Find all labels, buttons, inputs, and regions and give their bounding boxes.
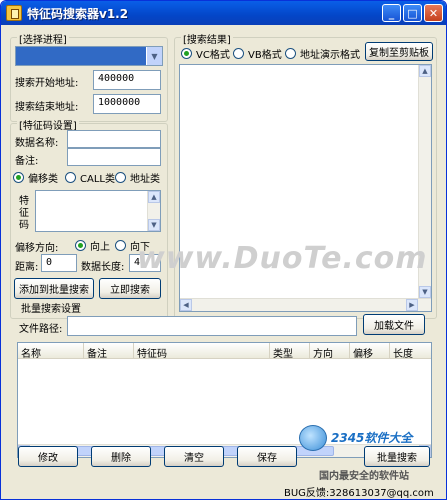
file-path-input[interactable] [67,316,357,336]
note-label: 备注: [15,156,39,167]
client-area: [选择进程] ▼ 搜索开始地址: 400000 搜索结束地址: 1000000 … [4,25,443,497]
brand-slogan: 国内最安全的软件站 [317,467,411,482]
scroll-down-icon[interactable]: ▼ [148,219,160,231]
copy-to-clipboard-button[interactable]: 复制至剪贴板 [365,42,433,61]
length-label: 数据长度: [81,262,125,273]
file-path-label: 文件路径: [19,324,63,335]
batch-group-title: 批量搜索设置 [19,300,83,315]
add-to-batch-button[interactable]: 添加到批量搜索 [14,278,94,299]
duote-watermark: www.DuoTe.com [137,241,428,276]
column-header-note[interactable]: 备注 [84,343,134,359]
direction-up-label: 向上 [90,242,110,253]
data-name-input[interactable] [67,130,161,148]
format-address-label: 地址演示格式 [300,50,360,61]
direction-label: 偏移方向: [15,243,59,254]
format-address-radio[interactable]: 地址演示格式 [285,46,360,61]
save-button[interactable]: 保存 [237,446,297,467]
results-group-title: [搜索结果] [181,31,233,46]
delete-button[interactable]: 删除 [91,446,151,467]
close-button[interactable]: ✕ [424,4,443,22]
format-vb-label: VB格式 [248,50,282,61]
type-offset-label: 偏移类 [28,174,58,185]
feature-group: [特征码设置] 数据名称: 备注: 偏移类 CALL类 地址类 特征码 ▲ ▼ … [10,117,168,319]
data-name-label: 数据名称: [15,138,59,149]
clear-button[interactable]: 清空 [164,446,224,467]
feature-code-textarea[interactable]: ▲ ▼ [35,190,161,232]
start-address-label: 搜索开始地址: [15,78,79,89]
minimize-button[interactable]: _ [382,4,401,22]
brand-logo-icon [299,425,327,451]
maximize-button[interactable]: □ [403,4,422,22]
column-header-offset[interactable]: 偏移 [350,343,390,359]
distance-input[interactable]: 0 [41,254,77,272]
app-icon [6,5,22,21]
feature-code-scrollbar[interactable]: ▲ ▼ [147,191,160,231]
type-call-label: CALL类 [80,174,115,185]
edit-button[interactable]: 修改 [18,446,78,467]
results-group: [搜索结果] VC格式 VB格式 地址演示格式 复制至剪贴板 ▲ ▼ ◀ ▶ [174,31,437,319]
batch-list-header: 名称 备注 特征码 类型 方向 偏移 长度 [18,343,431,359]
end-address-label: 搜索结束地址: [15,102,79,113]
end-address-input[interactable]: 1000000 [93,94,161,114]
column-header-name[interactable]: 名称 [18,343,84,359]
brand-name: 2345软件大全 [331,431,413,445]
type-address-label: 地址类 [130,174,160,185]
chevron-down-icon[interactable]: ▼ [146,47,162,65]
column-header-type[interactable]: 类型 [270,343,310,359]
scroll-down-icon[interactable]: ▼ [419,286,431,298]
load-file-button[interactable]: 加载文件 [363,314,425,335]
process-group: [选择进程] ▼ 搜索开始地址: 400000 搜索结束地址: 1000000 [10,31,168,122]
type-address-radio[interactable]: 地址类 [115,170,167,185]
process-group-title: [选择进程] [17,31,69,46]
feature-code-label: 特征码 [19,196,29,231]
note-input[interactable] [67,148,161,166]
app-window: 特征码搜索器v1.2 _ □ ✕ [选择进程] ▼ 搜索开始地址: 400000… [0,0,447,500]
window-title: 特征码搜索器v1.2 [27,7,129,21]
title-bar[interactable]: 特征码搜索器v1.2 _ □ ✕ [1,1,446,25]
column-header-direction[interactable]: 方向 [310,343,350,359]
batch-search-button[interactable]: 批量搜索 [364,446,430,467]
scroll-up-icon[interactable]: ▲ [419,65,431,77]
direction-up-radio[interactable]: 向上 [75,238,110,253]
type-offset-radio[interactable]: 偏移类 [13,170,58,185]
distance-label: 距离: [15,262,39,273]
format-vc-radio[interactable]: VC格式 [181,46,230,61]
format-vc-label: VC格式 [196,50,230,61]
scroll-up-icon[interactable]: ▲ [148,191,160,203]
process-select[interactable]: ▼ [15,46,163,66]
column-header-feature[interactable]: 特征码 [134,343,270,359]
start-address-input[interactable]: 400000 [93,70,161,90]
bug-report-text: BUG反馈:328613037@qq.com [284,488,434,499]
type-call-radio[interactable]: CALL类 [65,170,115,185]
search-now-button[interactable]: 立即搜索 [99,278,161,299]
column-header-length[interactable]: 长度 [390,343,431,359]
format-vb-radio[interactable]: VB格式 [233,46,282,61]
